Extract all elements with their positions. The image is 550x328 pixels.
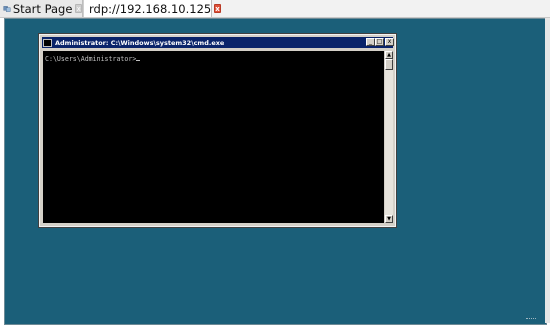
close-icon[interactable]: x — [214, 4, 221, 13]
page-icon — [3, 5, 11, 12]
command-prompt: C:\Users\Administrator> — [45, 55, 141, 63]
maximize-button[interactable]: □ — [375, 38, 384, 46]
tab-start-page[interactable]: Start Page x — [0, 0, 83, 17]
tab-label: rdp://192.168.10.125 — [89, 1, 212, 16]
scroll-up-button[interactable]: ▲ — [385, 51, 393, 59]
tab-rdp-session[interactable]: rdp://192.168.10.125 x — [83, 0, 221, 17]
tab-label: Start Page — [12, 1, 73, 16]
tab-bar: Start Page x rdp://192.168.10.125 x — [0, 0, 550, 18]
console-output[interactable]: C:\Users\Administrator> — [43, 51, 384, 223]
scroll-down-button[interactable]: ▼ — [385, 215, 393, 223]
viewport-edge — [545, 18, 550, 323]
cmd-window[interactable]: Administrator: C:\Windows\system32\cmd.e… — [38, 33, 397, 228]
resize-grip[interactable] — [526, 318, 536, 323]
close-button[interactable]: x — [385, 38, 394, 46]
window-title-bar[interactable]: Administrator: C:\Windows\system32\cmd.e… — [42, 37, 394, 48]
window-title: Administrator: C:\Windows\system32\cmd.e… — [55, 38, 225, 47]
prompt-text: C:\Users\Administrator> — [45, 55, 137, 63]
text-cursor — [136, 60, 141, 61]
scroll-thumb[interactable] — [385, 59, 393, 70]
console-app-icon[interactable] — [43, 38, 52, 47]
vertical-scrollbar[interactable]: ▲ ▼ — [385, 51, 393, 223]
close-icon[interactable]: x — [75, 4, 82, 13]
minimize-button[interactable]: _ — [366, 38, 375, 46]
